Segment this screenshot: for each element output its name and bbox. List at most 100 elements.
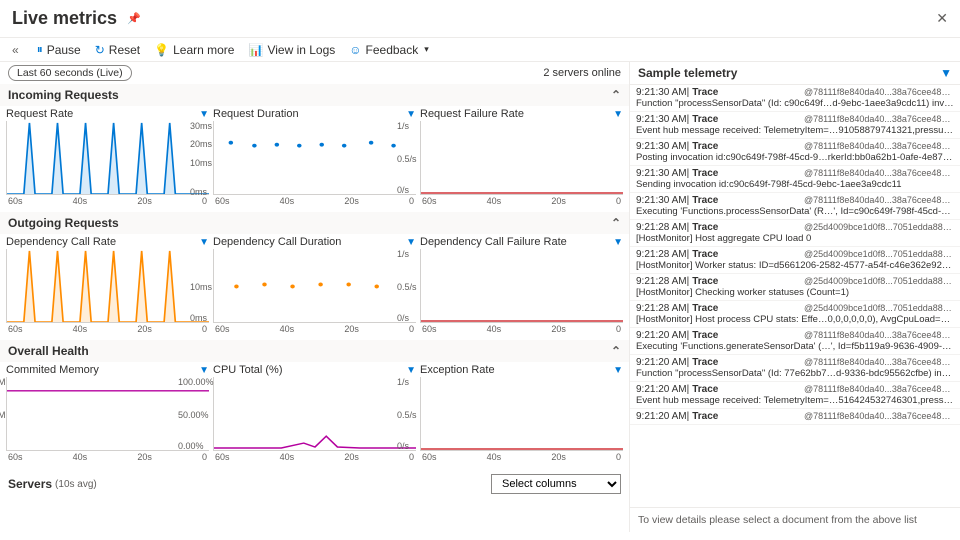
telemetry-id: @25d4009bce1d0f8...7051edda8891d94 xyxy=(804,249,954,260)
filter-icon[interactable]: ▼ xyxy=(199,109,209,120)
feedback-button[interactable]: ☺Feedback▾ xyxy=(349,43,429,57)
telemetry-time: 9:21:28 AM xyxy=(636,276,687,287)
telemetry-time: 9:21:20 AM xyxy=(636,357,687,368)
logs-icon: 📊 xyxy=(248,43,263,57)
chart-dep-rate: Dependency Call Rate▼ 3/s 2/s 1/s 60s40s… xyxy=(6,236,209,334)
telemetry-message: Executing 'Functions.generateSensorData'… xyxy=(636,341,954,352)
chevron-up-icon: ⌃ xyxy=(611,216,621,230)
time-range-pill[interactable]: Last 60 seconds (Live) xyxy=(8,65,132,81)
chart-cpu: CPU Total (%)▼ 100.00% 50.00% 0.00% 60s4… xyxy=(213,364,416,462)
telemetry-row[interactable]: 9:21:30 AM | Trace@78111f8e840da40...38a… xyxy=(630,112,960,139)
view-logs-button[interactable]: 📊View in Logs xyxy=(248,43,335,57)
telemetry-type: Trace xyxy=(692,141,718,152)
telemetry-id: @78111f8e840da40...38a76cee48743a9 xyxy=(804,411,954,422)
chart-request-rate: Request Rate▼ 3/s 2/s 1/s 60s40s20s0 xyxy=(6,108,209,206)
telemetry-type: Trace xyxy=(692,357,718,368)
chevron-up-icon: ⌃ xyxy=(611,88,621,102)
smiley-icon: ☺ xyxy=(349,43,361,57)
chart-dep-duration: Dependency Call Duration▼ 10ms 0ms 60s40… xyxy=(213,236,416,334)
telemetry-message: Event hub message received: TelemetryIte… xyxy=(636,395,954,406)
telemetry-type: Trace xyxy=(692,114,718,125)
telemetry-id: @25d4009bce1d0f8...7051edda8891d94 xyxy=(804,276,954,287)
learn-more-button[interactable]: 💡Learn more xyxy=(154,43,234,57)
telemetry-time: 9:21:28 AM xyxy=(636,222,687,233)
pause-icon: ⏸ xyxy=(37,42,43,57)
telemetry-message: Event hub message received: TelemetryIte… xyxy=(636,125,954,136)
telemetry-id: @78111f8e840da40...38a76cee48743a9 xyxy=(804,330,954,341)
page-title: Live metrics xyxy=(12,8,117,29)
telemetry-id: @78111f8e840da40...38a76cee48743a9 xyxy=(804,357,954,368)
telemetry-id: @78111f8e840da40...38a76cee48743a9 xyxy=(804,114,954,125)
filter-icon[interactable]: ▼ xyxy=(406,109,416,120)
filter-icon[interactable]: ▼ xyxy=(199,365,209,376)
telemetry-footer: To view details please select a document… xyxy=(630,507,960,532)
telemetry-time: 9:21:30 AM xyxy=(636,87,687,98)
telemetry-row[interactable]: 9:21:28 AM | Trace@25d4009bce1d0f8...705… xyxy=(630,247,960,274)
filter-icon[interactable]: ▼ xyxy=(940,66,952,80)
telemetry-time: 9:21:20 AM xyxy=(636,384,687,395)
telemetry-time: 9:21:20 AM xyxy=(636,330,687,341)
telemetry-message: [HostMonitor] Host process CPU stats: Ef… xyxy=(636,314,954,325)
telemetry-time: 9:21:30 AM xyxy=(636,195,687,206)
telemetry-type: Trace xyxy=(692,330,718,341)
telemetry-id: @78111f8e840da40...38a76cee48743a9 xyxy=(804,87,954,98)
telemetry-id: @78111f8e840da40...38a76cee48743a9 xyxy=(804,141,954,152)
telemetry-row[interactable]: 9:21:30 AM | Trace@78111f8e840da40...38a… xyxy=(630,139,960,166)
pin-icon[interactable]: 📌 xyxy=(127,12,141,25)
telemetry-id: @78111f8e840da40...38a76cee48743a9 xyxy=(804,384,954,395)
section-health[interactable]: Overall Health ⌃ xyxy=(0,340,629,362)
lightbulb-icon: 💡 xyxy=(154,43,169,57)
telemetry-type: Trace xyxy=(692,87,718,98)
telemetry-row[interactable]: 9:21:28 AM | Trace@25d4009bce1d0f8...705… xyxy=(630,301,960,328)
section-outgoing[interactable]: Outgoing Requests ⌃ xyxy=(0,212,629,234)
filter-icon[interactable]: ▼ xyxy=(406,365,416,376)
filter-icon[interactable]: ▼ xyxy=(406,237,416,248)
filter-icon[interactable]: ▼ xyxy=(199,237,209,248)
close-icon[interactable]: ✕ xyxy=(936,10,948,27)
telemetry-type: Trace xyxy=(692,222,718,233)
telemetry-message: Function "processSensorData" (Id: c90c64… xyxy=(636,98,954,109)
reset-button[interactable]: ↻Reset xyxy=(95,43,140,57)
telemetry-message: Posting invocation id:c90c649f-798f-45cd… xyxy=(636,152,954,163)
telemetry-message: Sending invocation id:c90c649f-798f-45cd… xyxy=(636,179,954,190)
pause-button[interactable]: ⏸Pause xyxy=(37,42,81,57)
telemetry-time: 9:21:30 AM xyxy=(636,141,687,152)
reset-icon: ↻ xyxy=(95,43,105,57)
telemetry-row[interactable]: 9:21:30 AM | Trace@78111f8e840da40...38a… xyxy=(630,193,960,220)
chart-request-duration: Request Duration▼ 30ms 20ms 10ms 0ms 60s… xyxy=(213,108,416,206)
telemetry-type: Trace xyxy=(692,195,718,206)
telemetry-time: 9:21:30 AM xyxy=(636,114,687,125)
telemetry-list[interactable]: 9:21:30 AM | Trace@78111f8e840da40...38a… xyxy=(630,85,960,507)
chart-dep-failure: Dependency Call Failure Rate▼ 1/s 0.5/s … xyxy=(420,236,623,334)
chart-exception: Exception Rate▼ 1/s 0.5/s 0/s 60s40s20s0 xyxy=(420,364,623,462)
telemetry-message: Function "processSensorData" (Id: 77e62b… xyxy=(636,368,954,379)
telemetry-message: [HostMonitor] Worker status: ID=d5661206… xyxy=(636,260,954,271)
telemetry-row[interactable]: 9:21:20 AM | Trace@78111f8e840da40...38a… xyxy=(630,355,960,382)
section-incoming[interactable]: Incoming Requests ⌃ xyxy=(0,84,629,106)
telemetry-row[interactable]: 9:21:30 AM | Trace@78111f8e840da40...38a… xyxy=(630,85,960,112)
chevron-up-icon: ⌃ xyxy=(611,344,621,358)
servers-suffix: (10s avg) xyxy=(55,479,97,490)
filter-icon[interactable]: ▼ xyxy=(613,237,623,248)
chevron-down-icon: ▾ xyxy=(424,44,429,55)
telemetry-time: 9:21:20 AM xyxy=(636,411,687,422)
telemetry-row[interactable]: 9:21:28 AM | Trace@25d4009bce1d0f8...705… xyxy=(630,220,960,247)
telemetry-row[interactable]: 9:21:28 AM | Trace@25d4009bce1d0f8...705… xyxy=(630,274,960,301)
telemetry-type: Trace xyxy=(692,168,718,179)
back-chevron-icon[interactable]: « xyxy=(8,43,23,57)
select-columns-dropdown[interactable]: Select columns xyxy=(491,474,621,494)
telemetry-row[interactable]: 9:21:20 AM | Trace@78111f8e840da40...38a… xyxy=(630,409,960,425)
telemetry-id: @25d4009bce1d0f8...7051edda8891d94 xyxy=(804,222,954,233)
telemetry-type: Trace xyxy=(692,276,718,287)
telemetry-row[interactable]: 9:21:30 AM | Trace@78111f8e840da40...38a… xyxy=(630,166,960,193)
telemetry-message: [HostMonitor] Checking worker statuses (… xyxy=(636,287,954,298)
telemetry-id: @78111f8e840da40...38a76cee48743a9 xyxy=(804,168,954,179)
chart-request-failure: Request Failure Rate▼ 1/s 0.5/s 0/s 60s4… xyxy=(420,108,623,206)
telemetry-row[interactable]: 9:21:20 AM | Trace@78111f8e840da40...38a… xyxy=(630,382,960,409)
telemetry-row[interactable]: 9:21:20 AM | Trace@78111f8e840da40...38a… xyxy=(630,328,960,355)
telemetry-message: Executing 'Functions.processSensorData' … xyxy=(636,206,954,217)
servers-online-label: 2 servers online xyxy=(543,67,621,79)
filter-icon[interactable]: ▼ xyxy=(613,365,623,376)
telemetry-header: Sample telemetry xyxy=(638,66,737,80)
filter-icon[interactable]: ▼ xyxy=(613,109,623,120)
